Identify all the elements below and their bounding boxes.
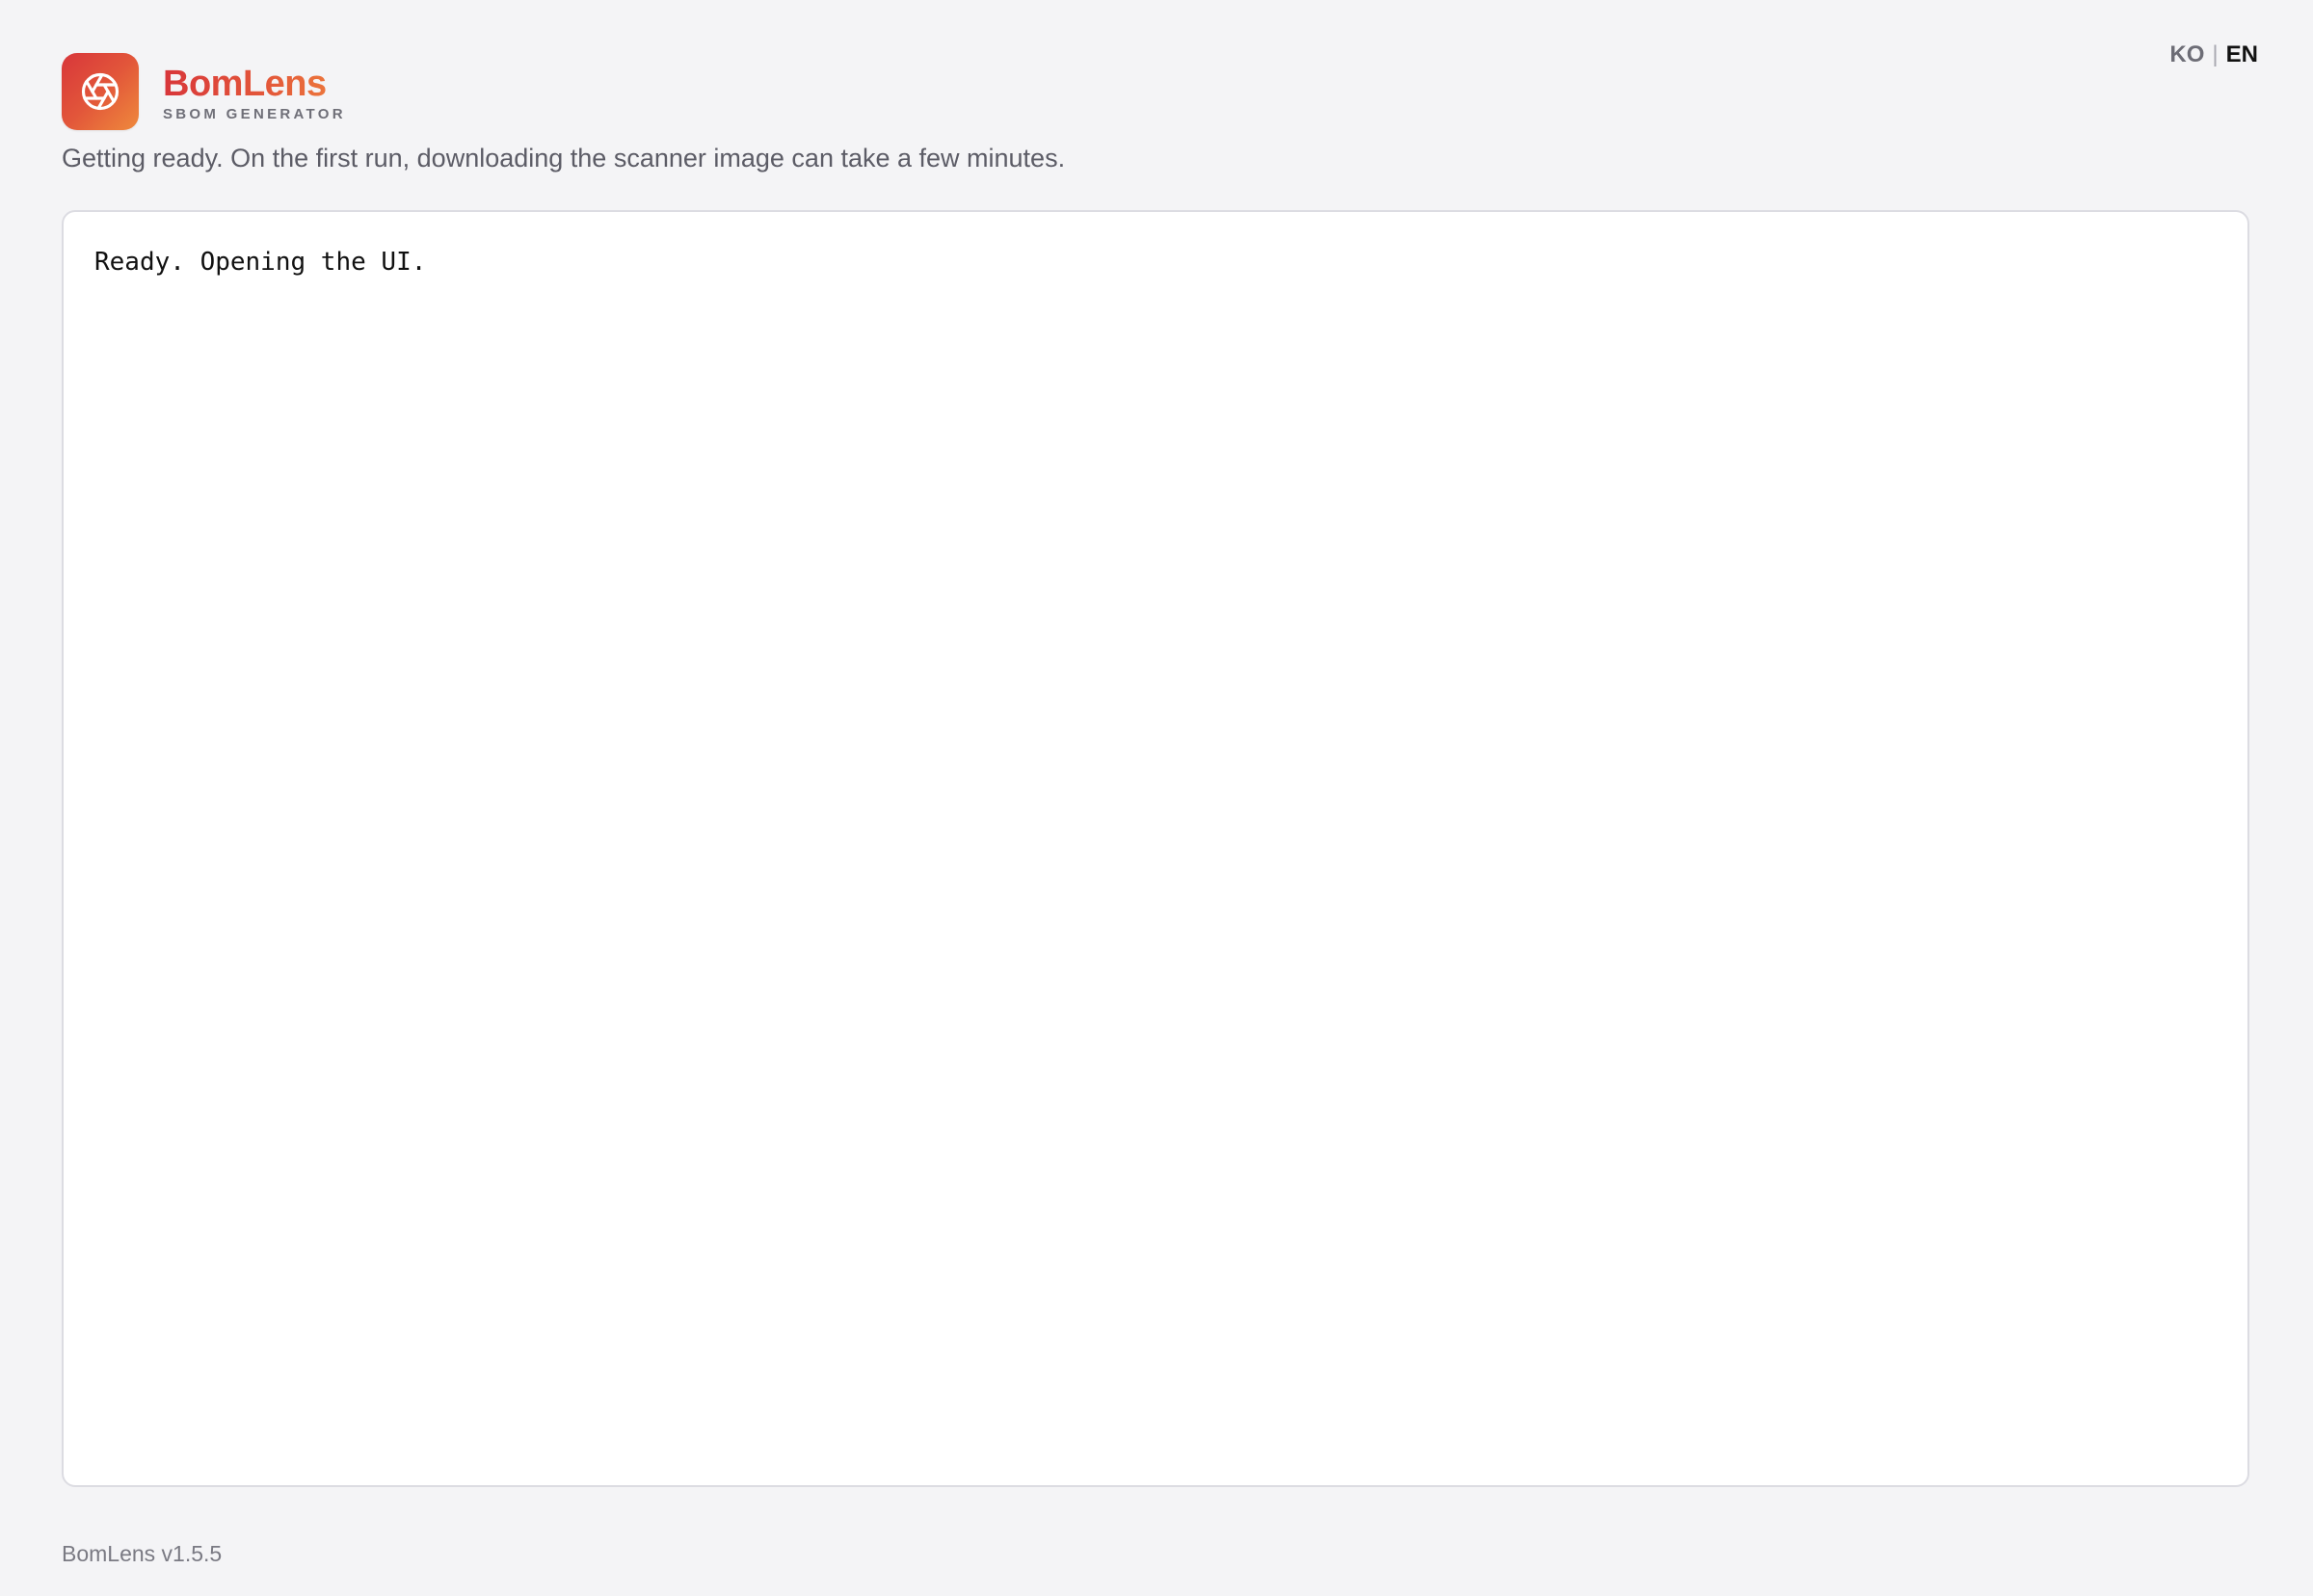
log-panel: Ready. Opening the UI. bbox=[62, 210, 2249, 1487]
language-separator: | bbox=[2212, 41, 2219, 67]
language-option-en[interactable]: EN bbox=[2226, 41, 2258, 68]
brand: BomLens SBOM GENERATOR bbox=[163, 66, 346, 122]
app-tagline: SBOM GENERATOR bbox=[163, 105, 346, 122]
app-name: BomLens bbox=[163, 66, 346, 102]
app-header: BomLens SBOM GENERATOR bbox=[62, 53, 346, 130]
app-logo bbox=[62, 53, 139, 130]
language-switch: KO | EN bbox=[2169, 41, 2258, 68]
language-option-ko[interactable]: KO bbox=[2169, 41, 2204, 68]
log-line: Ready. Opening the UI. bbox=[94, 248, 427, 277]
aperture-icon bbox=[81, 72, 120, 111]
status-message: Getting ready. On the first run, downloa… bbox=[62, 144, 1066, 173]
version-footer: BomLens v1.5.5 bbox=[62, 1541, 223, 1566]
